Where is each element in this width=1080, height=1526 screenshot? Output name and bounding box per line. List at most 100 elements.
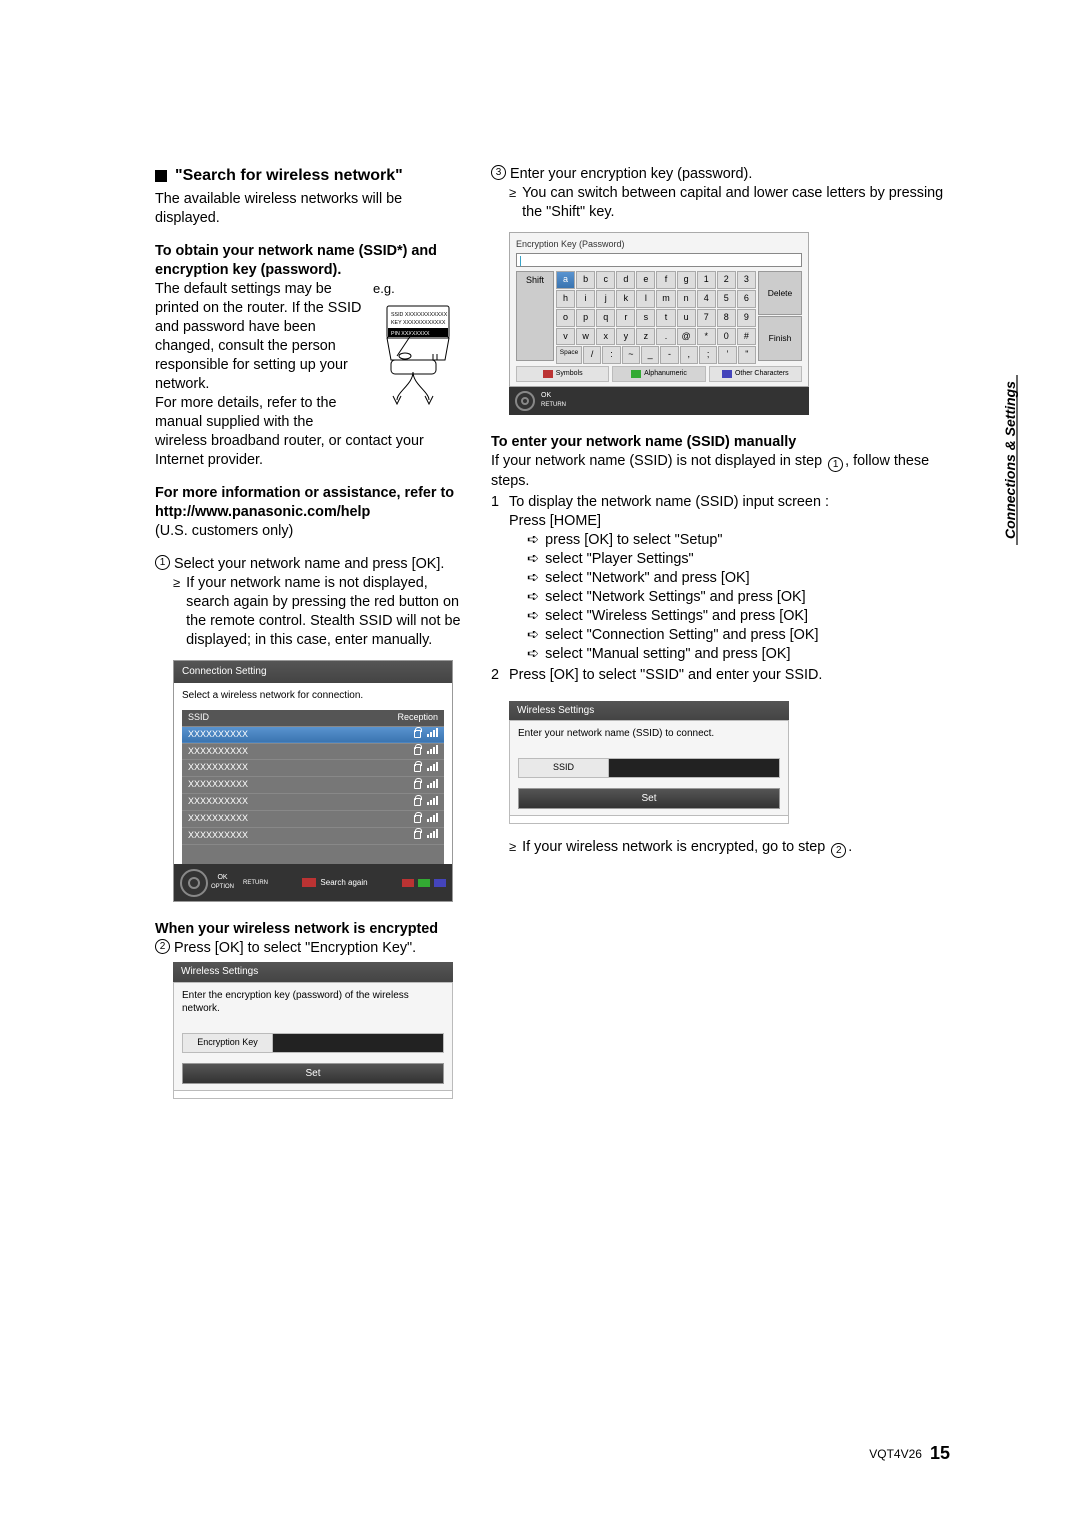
keyboard-key[interactable]: h [556,290,575,308]
sub-step: select "Network" and press [OK] [545,569,750,588]
keyboard-key[interactable]: / [583,346,601,364]
keyboard-input[interactable] [516,253,802,267]
search-again-button[interactable]: Search again [302,878,367,889]
keyboard-key[interactable]: l [636,290,655,308]
sub-step: select "Network Settings" and press [OK] [545,588,806,607]
list-num-2: 2 [491,666,509,685]
arrow-icon: ➪ [527,550,539,569]
ssid-field[interactable] [608,758,780,778]
keyboard-key[interactable]: x [596,328,615,346]
keyboard-key[interactable]: e [636,271,655,289]
manual-intro: If your network name (SSID) is not displ… [491,452,950,491]
keyboard-key[interactable]: 3 [737,271,756,289]
keyboard-key[interactable]: - [660,346,678,364]
delete-key[interactable]: Delete [758,271,802,316]
keyboard-key[interactable]: " [738,346,756,364]
keyboard-key[interactable]: r [616,309,635,327]
set-button[interactable]: Set [518,788,780,809]
keyboard-key[interactable]: # [737,328,756,346]
list-num-1: 1 [491,493,509,512]
step-1-sub: If your network name is not displayed, s… [186,574,463,650]
arrow-icon: ➪ [527,626,539,645]
keyboard-key[interactable]: k [616,290,635,308]
keyboard-key[interactable]: u [677,309,696,327]
keyboard-key[interactable]: t [656,309,675,327]
screen-prompt: Select a wireless network for connection… [182,689,444,702]
keyboard-key[interactable]: g [677,271,696,289]
tab-symbols[interactable]: Symbols [516,366,609,381]
router-illustration: e.g. SSID XXXXXXXXXXXX KEY XXXXXXXXXXXX … [373,280,463,415]
tab-other[interactable]: Other Characters [709,366,802,381]
step-2-icon: 2 [155,939,170,954]
section-title: "Search for wireless network" [155,165,463,186]
keyboard-key[interactable]: ~ [622,346,640,364]
keyboard-key[interactable]: q [596,309,615,327]
page-number: 15 [930,1443,950,1464]
keyboard-key[interactable]: 8 [717,309,736,327]
keyboard-key[interactable]: f [656,271,675,289]
keyboard-key[interactable]: p [576,309,595,327]
keyboard-key[interactable]: 4 [697,290,716,308]
bullet-icon: ≥ [509,184,516,222]
step-1-text: Select your network name and press [OK]. [174,555,463,574]
keyboard-key[interactable]: _ [641,346,659,364]
step-3-sub: You can switch between capital and lower… [522,184,950,222]
keyboard-key[interactable]: b [576,271,595,289]
keyboard-key[interactable]: w [576,328,595,346]
lock-icon [414,730,421,738]
step-1-icon: 1 [155,555,170,570]
sub-step: select "Player Settings" [545,550,694,569]
bullet-square-icon [155,170,167,182]
arrow-icon: ➪ [527,569,539,588]
keyboard-key[interactable]: y [616,328,635,346]
keyboard-key[interactable]: ; [699,346,717,364]
m1-text: To display the network name (SSID) input… [509,493,950,512]
keyboard-key[interactable]: : [602,346,620,364]
keyboard-key[interactable]: , [680,346,698,364]
eg-label: e.g. [373,280,463,297]
keyboard-key[interactable]: j [596,290,615,308]
press-home: Press [HOME] [491,512,950,531]
wireless-settings-screen-2: Wireless Settings Enter your network nam… [509,701,789,824]
keyboard-key[interactable]: ’ [718,346,736,364]
tab-alphanumeric[interactable]: Alphanumeric [612,366,705,381]
keyboard-key[interactable]: 2 [717,271,736,289]
step-3-icon: 3 [491,165,506,180]
shift-key[interactable]: Shift [516,271,554,361]
connection-setting-screen: Connection Setting Select a wireless net… [173,660,453,902]
manual-heading: To enter your network name (SSID) manual… [491,433,950,452]
sub-step: select "Manual setting" and press [OK] [545,645,790,664]
keyboard-key[interactable]: 9 [737,309,756,327]
finish-key[interactable]: Finish [758,316,802,361]
keyboard-key[interactable]: * [697,328,716,346]
keyboard-key[interactable]: d [616,271,635,289]
keyboard-key[interactable]: a [556,271,575,289]
arrow-icon: ➪ [527,588,539,607]
encr-note: If your wireless network is encrypted, g… [522,838,950,858]
keyboard-key[interactable]: s [636,309,655,327]
keyboard-key[interactable]: @ [677,328,696,346]
bullet-icon: ≥ [509,838,516,858]
keyboard-key[interactable]: 6 [737,290,756,308]
keyboard-key[interactable]: c [596,271,615,289]
doc-code: VQT4V26 [869,1447,922,1461]
keyboard-key[interactable]: m [656,290,675,308]
keyboard-key[interactable]: 0 [717,328,736,346]
keyboard-key[interactable]: o [556,309,575,327]
dpad-icon [515,391,535,411]
sub-step: select "Wireless Settings" and press [OK… [545,607,808,626]
keyboard-key[interactable]: z [636,328,655,346]
keyboard-key[interactable]: 7 [697,309,716,327]
keyboard-key[interactable]: n [677,290,696,308]
keyboard-key[interactable]: i [576,290,595,308]
set-button[interactable]: Set [182,1063,444,1084]
keyboard-key[interactable]: . [656,328,675,346]
more-info-link: For more information or assistance, refe… [155,484,463,522]
encryption-key-field[interactable] [272,1033,444,1053]
keyboard-key[interactable]: v [556,328,575,346]
keyboard-key[interactable]: 5 [717,290,736,308]
sub-step: press [OK] to select "Setup" [545,531,722,550]
keyboard-key[interactable]: Space [556,346,582,364]
keyboard-key[interactable]: 1 [697,271,716,289]
us-only-text: (U.S. customers only) [155,522,463,541]
